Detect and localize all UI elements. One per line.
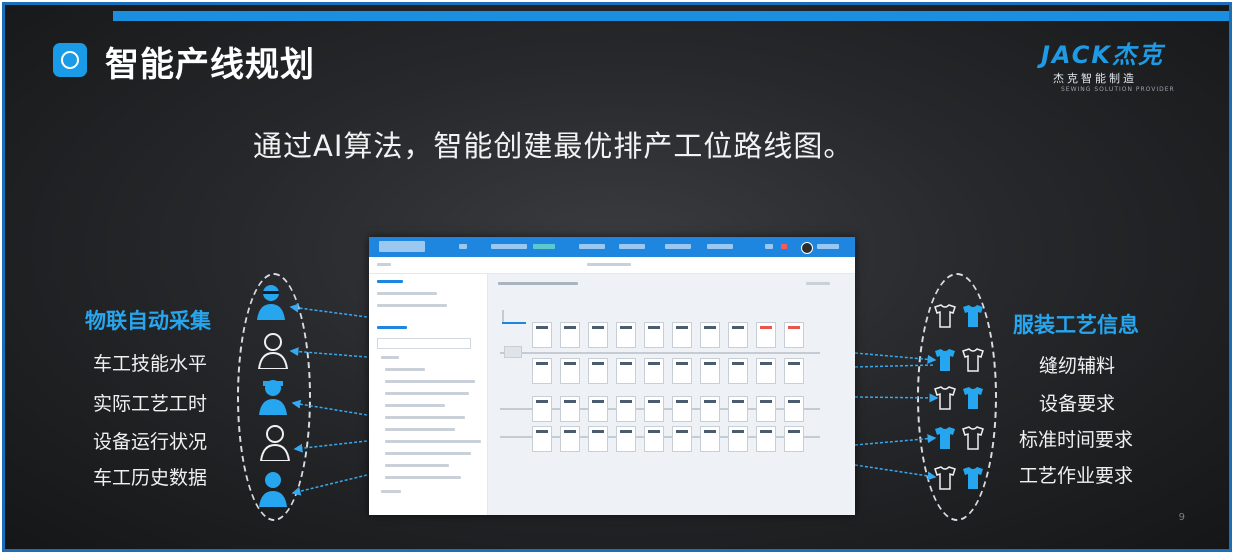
shirt-icon bbox=[934, 304, 983, 328]
logo-sub: 杰克智能制造 bbox=[1053, 72, 1137, 85]
worker-icon bbox=[259, 472, 287, 507]
app-toolbar bbox=[369, 257, 855, 292]
shirt-icon bbox=[935, 426, 984, 450]
logo-brand: JACK杰克 bbox=[1041, 41, 1164, 69]
left-heading: 物联自动采集 bbox=[85, 309, 211, 333]
left-item: 实际工艺工时 bbox=[93, 393, 208, 415]
app-screenshot bbox=[369, 237, 855, 515]
app-layout-canvas bbox=[488, 274, 855, 515]
right-heading: 服装工艺信息 bbox=[1013, 313, 1139, 337]
worker-icon bbox=[259, 380, 287, 415]
shirt-icon bbox=[935, 348, 984, 372]
right-item: 工艺作业要求 bbox=[1019, 465, 1134, 487]
worker-icon bbox=[259, 425, 291, 461]
shirt-icon bbox=[934, 386, 983, 410]
slide: 智能产线规划 JACK杰克 杰克智能制造 SEWING SOLUTION PRO… bbox=[2, 2, 1232, 552]
page-number: 9 bbox=[1178, 512, 1185, 523]
left-item: 设备运行状况 bbox=[93, 431, 208, 453]
slide-title: 智能产线规划 bbox=[105, 45, 315, 85]
app-header bbox=[369, 237, 855, 257]
brand-logo: JACK杰克 杰克智能制造 SEWING SOLUTION PROVIDER bbox=[1041, 35, 1201, 93]
worker-icon bbox=[257, 285, 285, 320]
worker-icon bbox=[257, 333, 289, 369]
slide-subtitle: 通过AI算法，智能创建最优排产工位路线图。 bbox=[253, 129, 854, 163]
ai-chip-icon bbox=[53, 43, 87, 77]
logo-en: SEWING SOLUTION PROVIDER bbox=[1061, 86, 1175, 93]
right-item: 缝纫辅料 bbox=[1039, 355, 1116, 377]
left-item: 车工技能水平 bbox=[93, 353, 208, 375]
right-item: 标准时间要求 bbox=[1019, 429, 1134, 451]
app-sidebar bbox=[369, 274, 488, 515]
top-accent-bar bbox=[113, 11, 1229, 21]
right-item: 设备要求 bbox=[1039, 393, 1116, 415]
shirt-icon bbox=[934, 466, 983, 490]
left-item: 车工历史数据 bbox=[93, 467, 208, 489]
